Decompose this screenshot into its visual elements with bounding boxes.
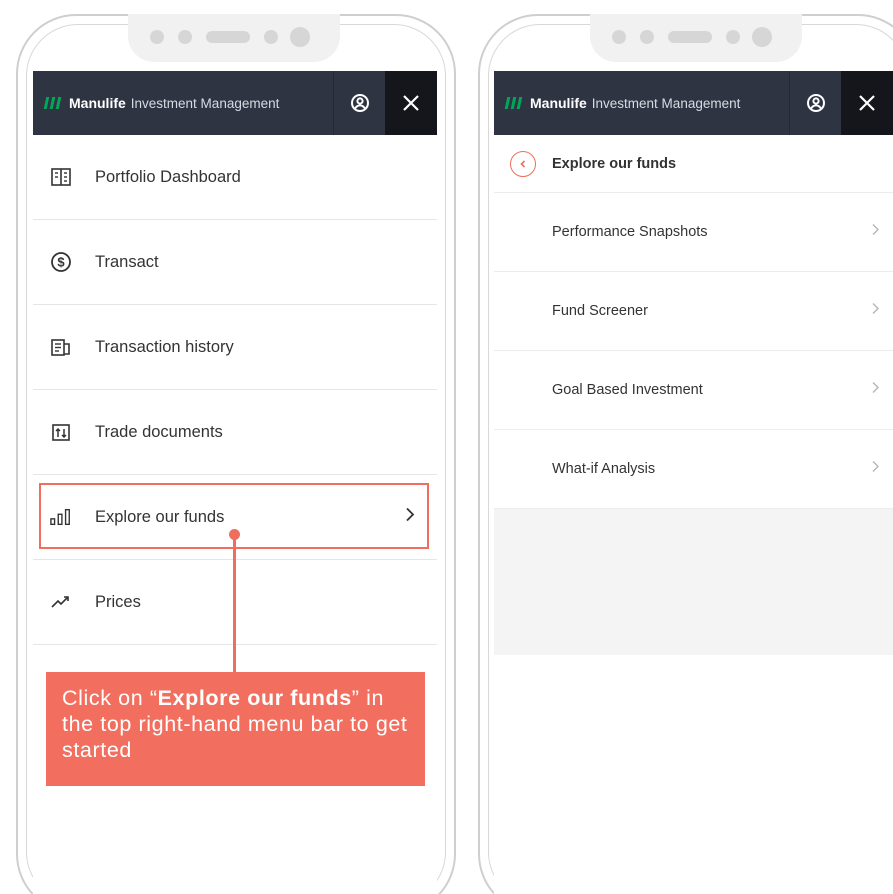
submenu-item-what-if-analysis[interactable]: What-if Analysis xyxy=(494,430,893,509)
chevron-left-icon xyxy=(520,159,526,168)
submenu-item-label: What-if Analysis xyxy=(552,461,656,477)
submenu-item-label: Goal Based Investment xyxy=(552,382,703,398)
close-menu-button[interactable] xyxy=(841,71,893,135)
submenu-header: Explore our funds xyxy=(494,135,893,193)
menu-item-label: Prices xyxy=(95,592,141,611)
phone-notch-right xyxy=(590,14,802,62)
chevron-right-icon xyxy=(871,302,879,321)
user-icon xyxy=(350,94,369,112)
callout-prefix: Click on “ xyxy=(62,686,158,710)
brand-subtitle: Investment Management xyxy=(130,95,280,111)
dollar-icon: $ xyxy=(50,251,72,273)
chevron-right-icon xyxy=(871,381,879,400)
tutorial-canvas: Manulife Investment Management Portfolio… xyxy=(0,0,893,894)
dashboard-icon xyxy=(50,166,72,188)
callout-connector-dot xyxy=(229,529,240,540)
instruction-callout: Click on “Explore our funds” in the top … xyxy=(46,672,425,786)
brand-logo[interactable]: Manulife Investment Management xyxy=(494,71,789,135)
svg-text:$: $ xyxy=(57,255,65,270)
phone-notch-left xyxy=(128,14,340,62)
back-button[interactable] xyxy=(510,150,536,177)
brand-name: Manulife xyxy=(69,95,126,111)
chevron-right-icon xyxy=(405,507,415,528)
trade-documents-icon xyxy=(50,421,72,443)
close-icon xyxy=(403,95,419,111)
submenu-item-performance-snapshots[interactable]: Performance Snapshots xyxy=(494,193,893,272)
brand-subtitle: Investment Management xyxy=(591,95,741,111)
callout-connector-line xyxy=(233,534,236,672)
app-header: Manulife Investment Management xyxy=(494,71,893,135)
chevron-right-icon xyxy=(871,460,879,479)
menu-item-portfolio-dashboard[interactable]: Portfolio Dashboard xyxy=(33,135,437,220)
submenu-item-label: Fund Screener xyxy=(552,303,648,319)
submenu-item-fund-screener[interactable]: Fund Screener xyxy=(494,272,893,351)
menu-item-label: Transaction history xyxy=(95,337,234,356)
user-icon xyxy=(806,94,825,112)
submenu-item-goal-based-investment[interactable]: Goal Based Investment xyxy=(494,351,893,430)
chevron-right-icon xyxy=(871,223,879,242)
brand-name: Manulife xyxy=(530,95,587,111)
brand-logo[interactable]: Manulife Investment Management xyxy=(33,71,333,135)
history-icon xyxy=(50,336,72,358)
submenu-screen-right: Manulife Investment Management Explore o… xyxy=(494,71,893,894)
account-button[interactable] xyxy=(333,71,385,135)
close-menu-button[interactable] xyxy=(385,71,437,135)
submenu-title: Explore our funds xyxy=(552,155,677,172)
account-button[interactable] xyxy=(789,71,841,135)
menu-item-label: Trade documents xyxy=(95,422,223,441)
app-header: Manulife Investment Management xyxy=(33,71,437,135)
menu-item-label: Transact xyxy=(95,252,159,271)
close-icon xyxy=(859,95,875,111)
callout-emphasis: Explore our funds xyxy=(157,686,352,710)
submenu-item-label: Performance Snapshots xyxy=(552,224,708,240)
trend-icon xyxy=(50,591,72,613)
menu-item-transaction-history[interactable]: Transaction history xyxy=(33,305,437,390)
menu-item-trade-documents[interactable]: Trade documents xyxy=(33,390,437,475)
manulife-logo-icon xyxy=(43,97,62,109)
menu-item-transact[interactable]: $ Transact xyxy=(33,220,437,305)
menu-empty-area xyxy=(494,509,893,655)
manulife-logo-icon xyxy=(504,97,523,109)
menu-item-label: Portfolio Dashboard xyxy=(95,167,241,186)
